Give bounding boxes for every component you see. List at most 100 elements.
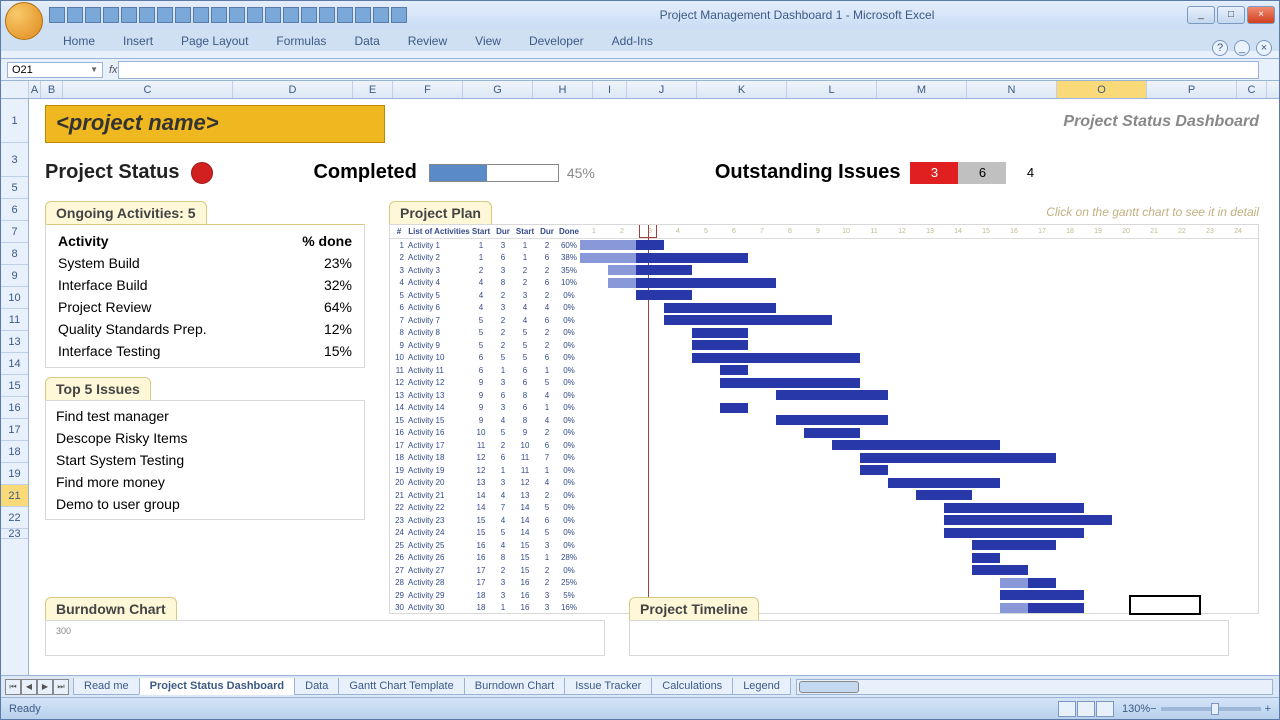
ribbon-tab-add-ins[interactable]: Add-Ins	[606, 31, 659, 51]
row-header[interactable]: 16	[1, 397, 28, 419]
row-header[interactable]: 17	[1, 419, 28, 441]
sheet-tab[interactable]: Burndown Chart	[464, 678, 566, 695]
qat-redo-icon[interactable]	[85, 7, 101, 23]
fx-icon[interactable]: fx	[109, 64, 118, 76]
col-header[interactable]: G	[463, 81, 533, 98]
qat-icon[interactable]	[193, 7, 209, 23]
chevron-down-icon[interactable]: ▼	[90, 65, 98, 74]
col-header[interactable]: P	[1147, 81, 1237, 98]
qat-print-icon[interactable]	[103, 7, 119, 23]
ribbon-tab-developer[interactable]: Developer	[523, 31, 590, 51]
col-header[interactable]: A	[29, 81, 41, 98]
col-header[interactable]: K	[697, 81, 787, 98]
row-header[interactable]: 10	[1, 287, 28, 309]
qat-icon[interactable]	[229, 7, 245, 23]
zoom-level[interactable]: 130%	[1122, 703, 1150, 715]
qat-icon[interactable]	[175, 7, 191, 23]
col-header[interactable]: L	[787, 81, 877, 98]
sheet-tab[interactable]: Legend	[732, 678, 791, 695]
doc-close-icon[interactable]: ×	[1256, 40, 1272, 56]
sheet-tab[interactable]: Data	[294, 678, 339, 695]
col-header[interactable]: D	[233, 81, 353, 98]
tab-first-icon[interactable]: ⏮	[5, 679, 21, 695]
row-header[interactable]: 5	[1, 177, 28, 199]
sheet-tab[interactable]: Issue Tracker	[564, 678, 652, 695]
qat-icon[interactable]	[283, 7, 299, 23]
col-header[interactable]: M	[877, 81, 967, 98]
row-header[interactable]: 6	[1, 199, 28, 221]
ribbon-tab-formulas[interactable]: Formulas	[270, 31, 332, 51]
row-header[interactable]: 1	[1, 99, 28, 143]
qat-icon[interactable]	[337, 7, 353, 23]
qat-icon[interactable]	[301, 7, 317, 23]
help-icon[interactable]: ?	[1212, 40, 1228, 56]
col-header[interactable]: F	[393, 81, 463, 98]
maximize-button[interactable]: □	[1217, 6, 1245, 24]
qat-icon[interactable]	[391, 7, 407, 23]
name-box[interactable]: O21 ▼	[7, 62, 103, 78]
qat-icon[interactable]	[121, 7, 137, 23]
qat-icon[interactable]	[373, 7, 389, 23]
ribbon-tab-home[interactable]: Home	[57, 31, 101, 51]
zoom-out-icon[interactable]: −	[1150, 703, 1156, 715]
zoom-thumb[interactable]	[1211, 703, 1219, 715]
row-header[interactable]: 8	[1, 243, 28, 265]
qat-undo-icon[interactable]	[67, 7, 83, 23]
scroll-thumb[interactable]	[799, 681, 859, 693]
page-layout-icon[interactable]	[1077, 701, 1095, 717]
row-header[interactable]: 15	[1, 375, 28, 397]
row-header[interactable]: 9	[1, 265, 28, 287]
gantt-chart[interactable]: #List of ActivitiesStartDurStartDurDone …	[389, 224, 1259, 614]
sheet-tab[interactable]: Project Status Dashboard	[139, 678, 295, 695]
row-header[interactable]: 3	[1, 143, 28, 177]
col-header[interactable]: E	[353, 81, 393, 98]
zoom-in-icon[interactable]: +	[1265, 703, 1271, 715]
sheet-tab[interactable]: Calculations	[651, 678, 733, 695]
col-header[interactable]: J	[627, 81, 697, 98]
row-header[interactable]: 7	[1, 221, 28, 243]
qat-icon[interactable]	[355, 7, 371, 23]
project-name-cell[interactable]: <project name>	[45, 105, 385, 143]
qat-save-icon[interactable]	[49, 7, 65, 23]
select-all-corner[interactable]	[1, 81, 29, 98]
sheet-tab[interactable]: Gantt Chart Template	[338, 678, 464, 695]
qat-icon[interactable]	[157, 7, 173, 23]
qat-icon[interactable]	[247, 7, 263, 23]
worksheet[interactable]: <project name> Project Status Dashboard …	[29, 99, 1279, 675]
zoom-slider[interactable]: − +	[1150, 703, 1271, 715]
formula-input[interactable]	[118, 61, 1259, 79]
col-header[interactable]: I	[593, 81, 627, 98]
page-break-icon[interactable]	[1096, 701, 1114, 717]
horizontal-scrollbar[interactable]	[796, 679, 1273, 695]
col-header[interactable]: C	[1237, 81, 1267, 98]
ribbon-tab-insert[interactable]: Insert	[117, 31, 159, 51]
row-header[interactable]: 22	[1, 507, 28, 529]
tab-prev-icon[interactable]: ◀	[21, 679, 37, 695]
qat-icon[interactable]	[319, 7, 335, 23]
col-header[interactable]: C	[63, 81, 233, 98]
qat-icon[interactable]	[265, 7, 281, 23]
row-header[interactable]: 19	[1, 463, 28, 485]
row-header[interactable]: 13	[1, 331, 28, 353]
row-header[interactable]: 23	[1, 529, 28, 539]
col-header[interactable]: N	[967, 81, 1057, 98]
ribbon-tab-data[interactable]: Data	[348, 31, 385, 51]
normal-view-icon[interactable]	[1058, 701, 1076, 717]
ribbon-tab-page-layout[interactable]: Page Layout	[175, 31, 254, 51]
sheet-tab[interactable]: Read me	[73, 678, 140, 695]
row-header[interactable]: 11	[1, 309, 28, 331]
ribbon-tab-view[interactable]: View	[469, 31, 507, 51]
minimize-button[interactable]: _	[1187, 6, 1215, 24]
row-header[interactable]: 14	[1, 353, 28, 375]
col-header[interactable]: B	[41, 81, 63, 98]
row-header[interactable]: 18	[1, 441, 28, 463]
qat-icon[interactable]	[211, 7, 227, 23]
col-header[interactable]: O	[1057, 81, 1147, 98]
minimize-ribbon-icon[interactable]: _	[1234, 40, 1250, 56]
col-header[interactable]: H	[533, 81, 593, 98]
close-button[interactable]: ×	[1247, 6, 1275, 24]
tab-next-icon[interactable]: ▶	[37, 679, 53, 695]
ribbon-tab-review[interactable]: Review	[402, 31, 453, 51]
office-button[interactable]	[5, 2, 43, 40]
row-header[interactable]: 21	[1, 485, 28, 507]
